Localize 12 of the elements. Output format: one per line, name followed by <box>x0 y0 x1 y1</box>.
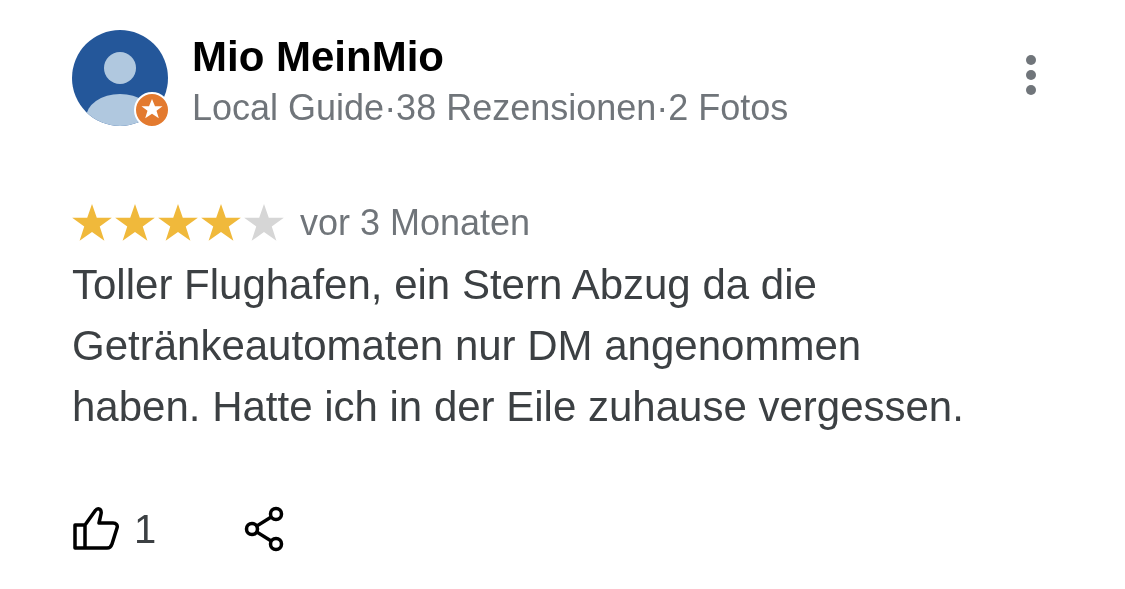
more-options-icon[interactable] <box>1025 54 1037 96</box>
like-button[interactable]: 1 <box>72 498 157 559</box>
star-icon <box>244 203 284 242</box>
star-icon <box>115 203 155 242</box>
review-date: vor 3 Monaten <box>300 200 531 245</box>
star-icon <box>201 203 241 242</box>
author-meta: Local Guide·38 Rezensionen·2 Fotos <box>192 86 790 130</box>
thumbs-up-icon <box>72 506 120 551</box>
author-name[interactable]: Mio MeinMio <box>192 32 1025 83</box>
review-text: Toller Flughafen, ein Stern Abzug da die Getränkeautomaten nur DM angenommen haben. Hatte ich in der Eile zuhause vergessen. <box>72 259 965 432</box>
star-icon <box>158 203 198 242</box>
star-icon <box>72 203 112 242</box>
